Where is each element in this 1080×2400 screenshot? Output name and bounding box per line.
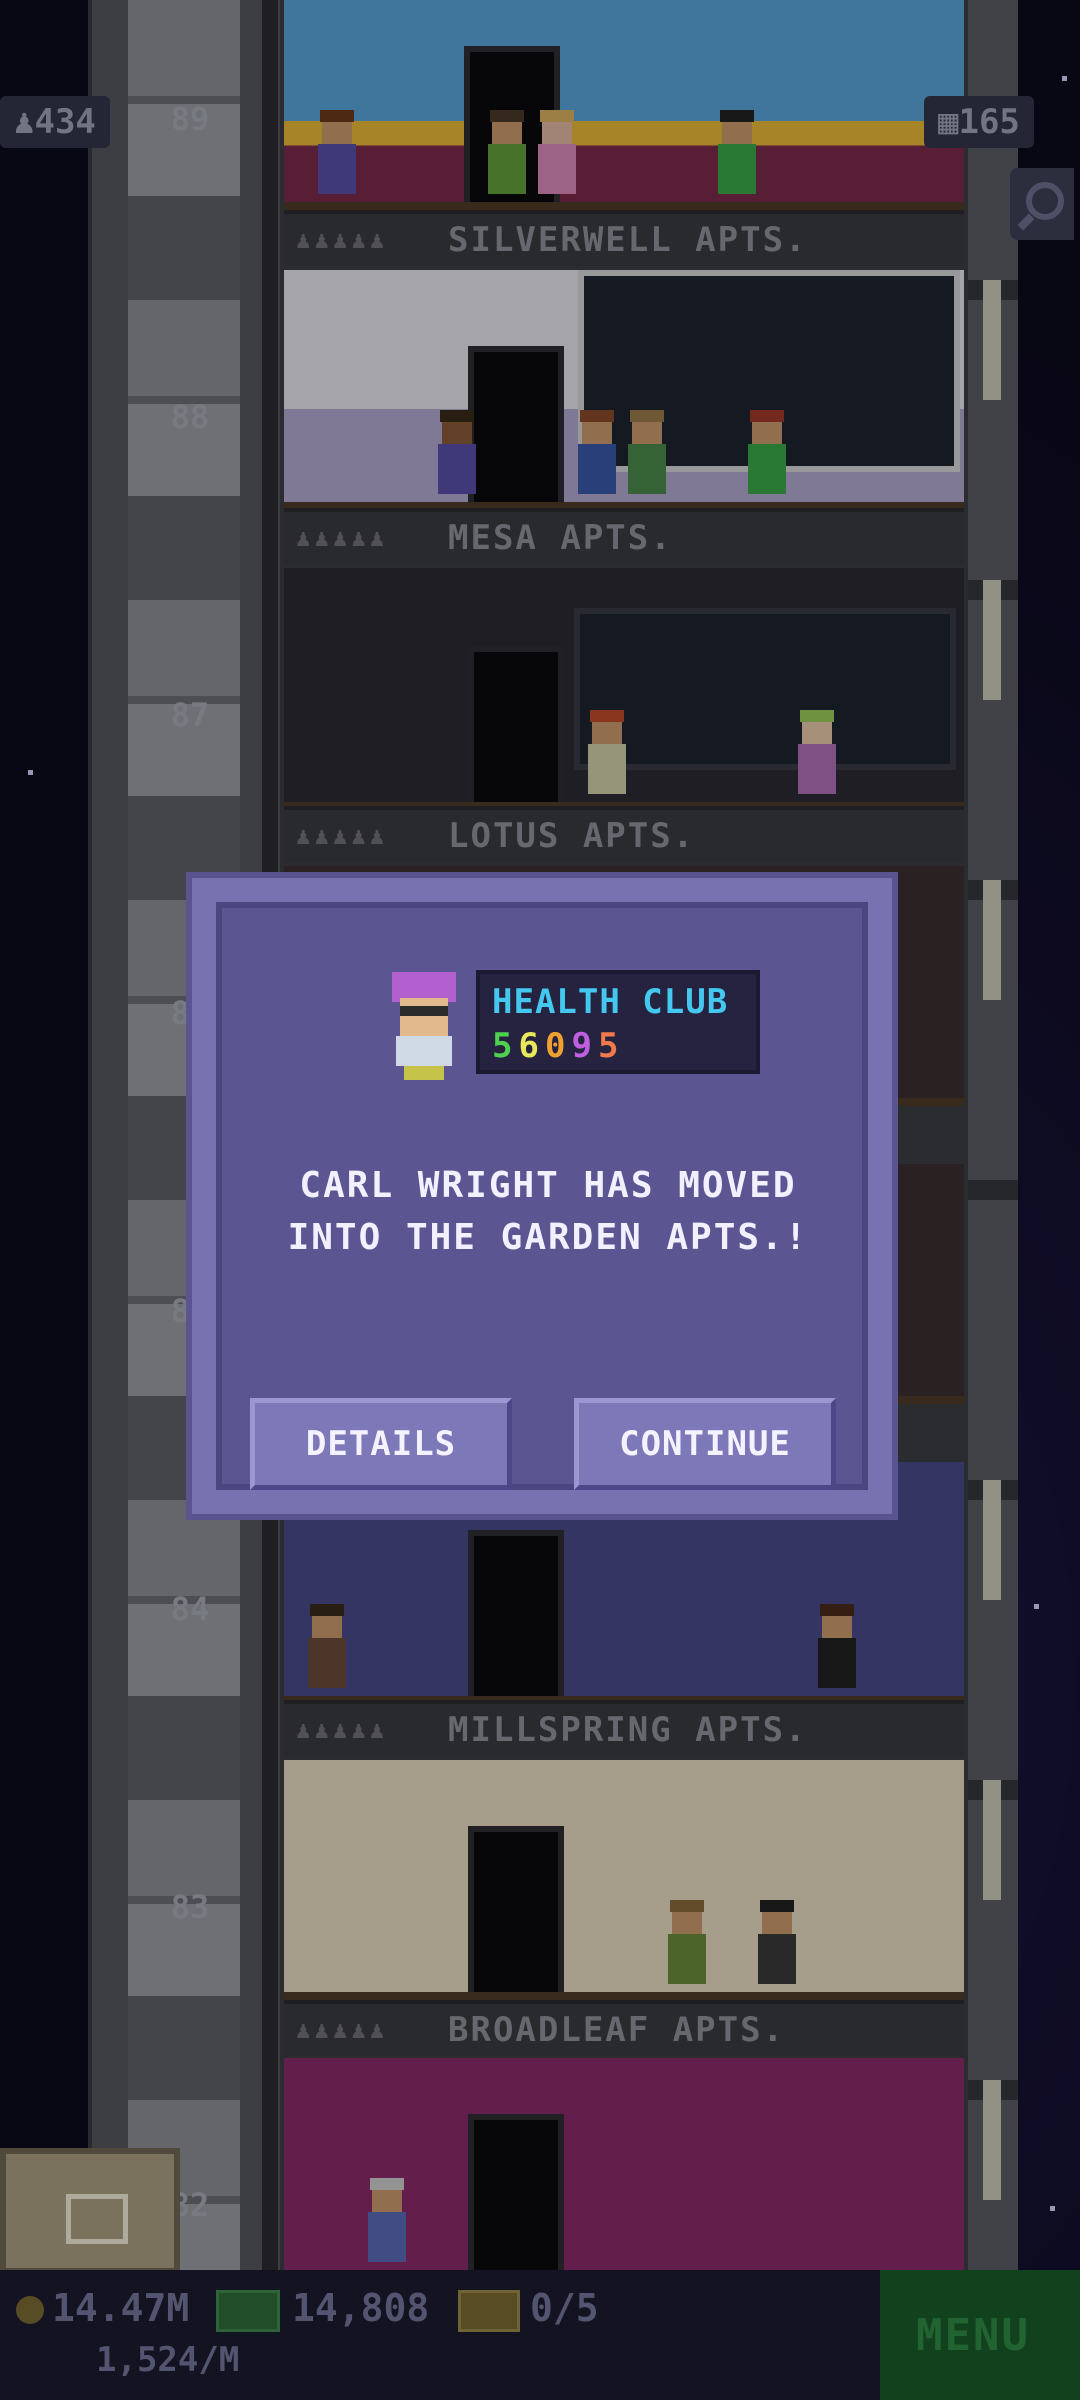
resident-avatar <box>386 972 458 1080</box>
business-card: HEALTH CLUB 56095 <box>476 970 760 1074</box>
dream-job-code: 56095 <box>492 1026 624 1066</box>
move-in-dialog: HEALTH CLUB 56095 CARL WRIGHT HAS MOVED … <box>186 872 898 1520</box>
details-button[interactable]: DETAILS <box>250 1398 512 1490</box>
digit: 5 <box>597 1026 625 1066</box>
dialog-panel: HEALTH CLUB 56095 CARL WRIGHT HAS MOVED … <box>216 902 868 1490</box>
message-line: CARL WRIGHT HAS MOVED <box>299 1165 797 1206</box>
continue-button[interactable]: CONTINUE <box>574 1398 836 1490</box>
dialog-message: CARL WRIGHT HAS MOVED INTO THE GARDEN AP… <box>252 1160 844 1264</box>
digit: 9 <box>571 1026 598 1066</box>
digit: 6 <box>518 1026 545 1066</box>
message-line: INTO THE GARDEN APTS.! <box>287 1217 809 1258</box>
digit: 0 <box>544 1026 572 1066</box>
business-name: HEALTH CLUB <box>492 982 729 1022</box>
digit: 5 <box>492 1026 519 1066</box>
